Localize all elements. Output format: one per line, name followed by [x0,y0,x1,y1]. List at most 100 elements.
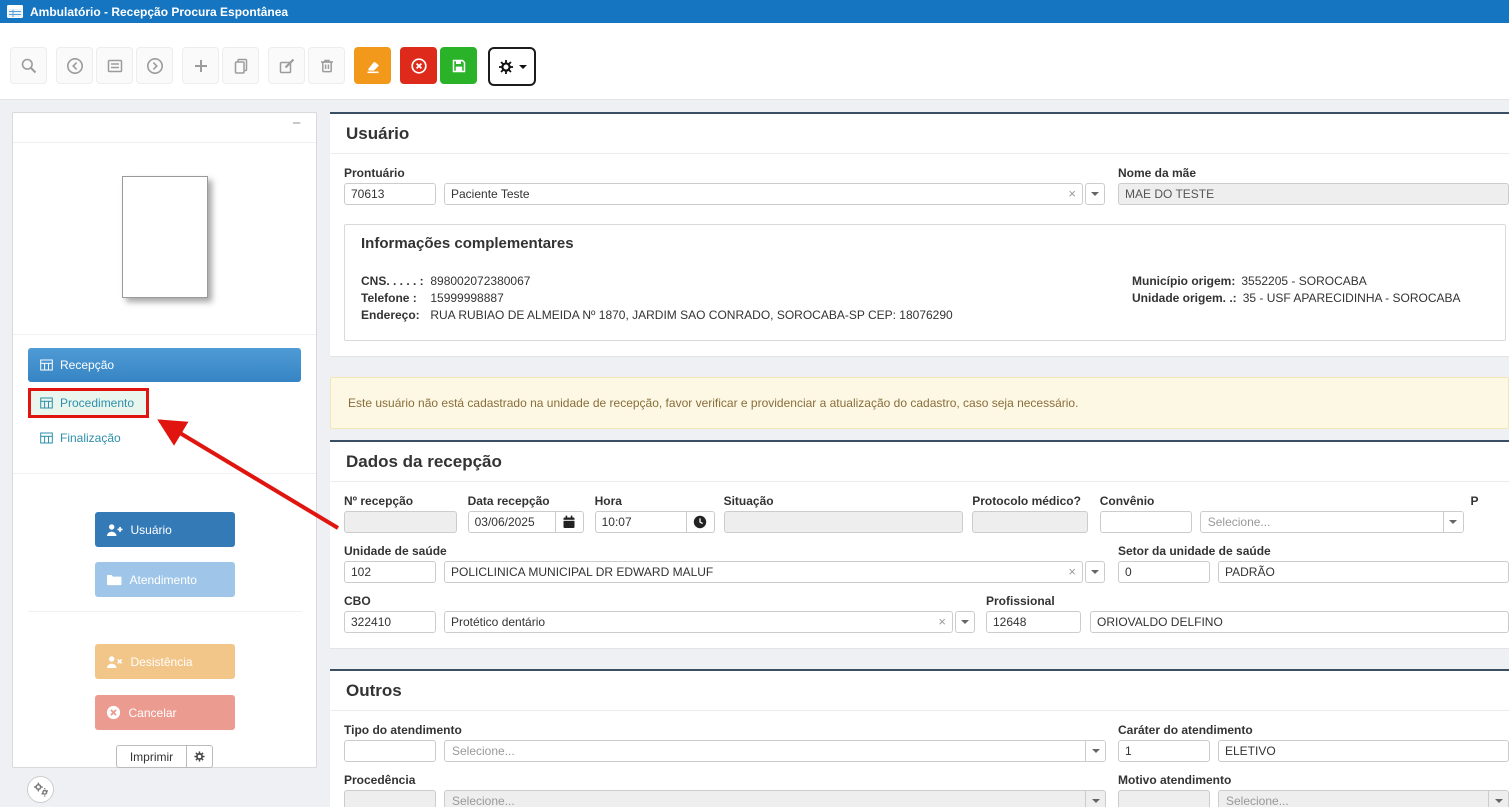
chevron-down-icon [1085,741,1105,761]
chevron-down-icon [519,65,527,69]
prontuario-code-input[interactable] [344,183,436,205]
clear-icon[interactable]: × [1068,564,1076,579]
toolbar [0,23,1509,100]
button-label: Desistência [131,655,193,669]
unidade-name-input[interactable] [444,561,1083,583]
settings-fab-button[interactable] [27,776,54,803]
warning-banner: Este usuário não está cadastrado na unid… [330,377,1509,429]
window-title: Ambulatório - Recepção Procura Espontâne… [30,5,288,19]
usuario-section: Usuário Prontuário × [330,112,1509,357]
gear-icon [193,750,206,763]
profissional-label: Profissional [986,594,1509,608]
hora-label: Hora [595,494,715,508]
cbo-dropdown-button[interactable] [955,611,975,633]
data-recepcao-input[interactable] [468,511,556,533]
unidade-code-input[interactable] [344,561,436,583]
protocolo-input [972,511,1087,533]
data-recepcao-label: Data recepção [468,494,584,508]
trash-icon [317,56,337,76]
outros-section: Outros Tipo do atendimento Selecione... … [330,669,1509,807]
previous-button[interactable] [56,47,93,84]
patient-dropdown-button[interactable] [1085,183,1105,205]
cbo-code-input[interactable] [344,611,436,633]
copy-button[interactable] [222,47,259,84]
clock-icon[interactable] [687,511,715,533]
settings-dropdown-button[interactable] [488,47,536,86]
clear-icon[interactable]: × [938,614,946,629]
sidebar-panel: − Recepção Procedimento Finalização Usuá… [12,112,317,768]
profissional-code-input[interactable] [986,611,1081,633]
atendimento-button[interactable]: Atendimento [95,562,235,597]
cancelar-button[interactable]: Cancelar [95,695,235,730]
setor-code-input[interactable] [1118,561,1210,583]
motivo-select: Selecione... [1218,790,1509,807]
print-settings-button[interactable] [187,745,213,768]
clear-icon[interactable]: × [1068,186,1076,201]
outros-title: Outros [330,671,1509,711]
chevron-down-icon [961,620,969,624]
tipo-atendimento-label: Tipo do atendimento [344,723,1106,737]
info-panel-title: Informações complementares [361,235,1489,252]
motivo-atendimento-label: Motivo atendimento [1118,773,1509,787]
info-row-unidade-origem: Unidade origem. .:35 - USF APARECIDINHA … [1132,290,1489,307]
carater-name-input[interactable] [1218,740,1509,762]
carater-atendimento-label: Caráter do atendimento [1118,723,1509,737]
patient-name-input[interactable] [444,183,1083,205]
mother-name-input [1118,183,1509,205]
chevron-down-icon [1488,791,1508,807]
annotation-highlight-box: Procedimento [28,388,149,418]
unidade-saude-label: Unidade de saúde [344,544,1105,558]
carater-code-input[interactable] [1118,740,1210,762]
setor-label: Setor da unidade de saúde [1118,544,1509,558]
setor-name-input[interactable] [1218,561,1509,583]
cbo-name-input[interactable] [444,611,953,633]
sidebar-item-recepcao[interactable]: Recepção [28,348,301,382]
print-group: Imprimir [116,745,213,768]
circle-x-icon [106,705,121,720]
save-button[interactable] [440,47,477,84]
sidebar-item-label: Finalização [60,431,121,445]
divider [28,611,302,612]
situacao-input [724,511,964,533]
next-icon [145,56,165,76]
clear-button[interactable] [354,47,391,84]
save-icon [449,56,469,76]
warning-text: Este usuário não está cadastrado na unid… [348,396,1078,410]
info-row-cns: CNS. . . . . : 898002072380067 [361,273,1132,290]
sidebar-item-procedimento[interactable]: Procedimento [28,388,301,418]
collapse-button[interactable]: − [292,116,301,131]
usuario-button[interactable]: Usuário [95,512,235,547]
list-button[interactable] [96,47,133,84]
button-label: Atendimento [130,573,197,587]
info-row-endereco: Endereço: RUA RUBIAO DE ALMEIDA Nº 1870,… [361,307,1132,324]
motivo-code-input [1118,790,1210,807]
search-icon [19,56,39,76]
dados-recepcao-section: Dados da recepção Nº recepção Data recep… [330,440,1509,649]
tipo-code-input[interactable] [344,740,436,762]
nr-recepcao-input [344,511,457,533]
prontuario-label: Prontuário [344,166,1105,180]
list-icon [105,56,125,76]
convenio-select[interactable]: Selecione... [1200,511,1464,533]
sidebar-item-label: Procedimento [60,396,134,410]
imprimir-button[interactable]: Imprimir [116,745,187,768]
profissional-name-input[interactable] [1090,611,1509,633]
edit-button[interactable] [268,47,305,84]
gear-icon [497,58,515,76]
chevron-down-icon [1443,512,1463,532]
convenio-code-input[interactable] [1100,511,1192,533]
cancel-button[interactable] [400,47,437,84]
add-button[interactable] [182,47,219,84]
desistencia-button[interactable]: Desistência [95,644,235,679]
tipo-select[interactable]: Selecione... [444,740,1106,762]
info-row-telefone: Telefone : 15999998887 [361,290,1132,307]
previous-icon [65,56,85,76]
calendar-icon[interactable] [556,511,584,533]
table-icon [40,397,53,409]
search-button[interactable] [10,47,47,84]
sidebar-item-finalizacao[interactable]: Finalização [28,425,301,451]
next-button[interactable] [136,47,173,84]
hora-input[interactable] [595,511,687,533]
delete-button[interactable] [308,47,345,84]
unidade-dropdown-button[interactable] [1085,561,1105,583]
